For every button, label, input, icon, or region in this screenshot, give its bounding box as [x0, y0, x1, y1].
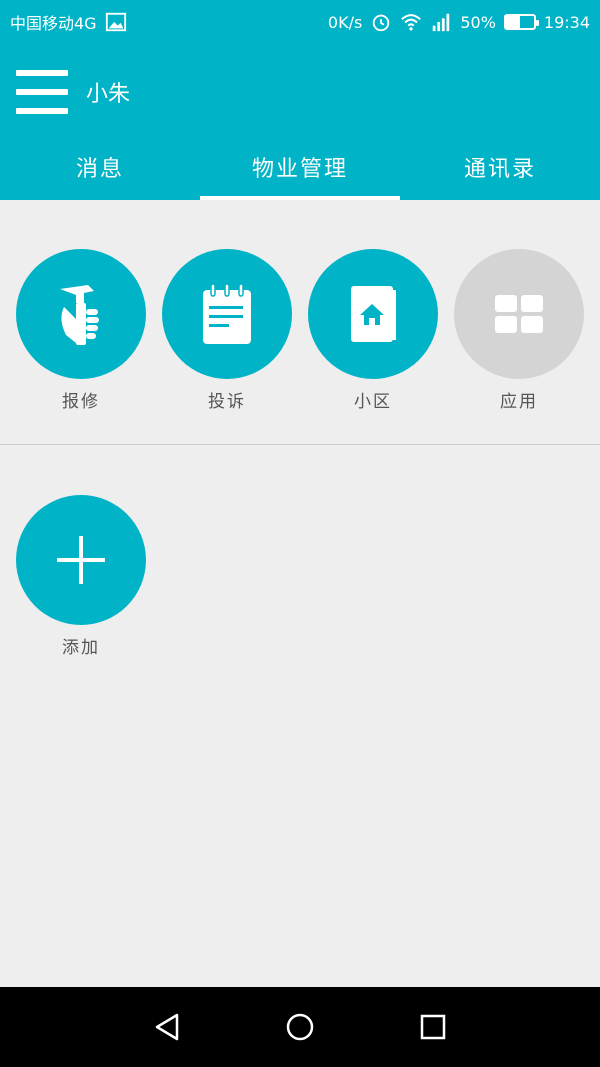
battery-icon	[503, 14, 539, 30]
notepad-icon	[203, 283, 251, 344]
tile-community-circle[interactable]	[308, 249, 438, 379]
alarm-icon	[370, 11, 392, 33]
apps-grid-icon	[495, 295, 543, 333]
tile-repair-circle[interactable]	[16, 249, 146, 379]
tile-apps-label: 应用	[500, 392, 538, 412]
plus-icon	[57, 536, 105, 584]
tab-messages[interactable]: 消息	[0, 134, 200, 200]
repair-hammer-icon	[60, 285, 99, 345]
app-bar: 小朱 消息 物业管理 通讯录	[0, 44, 600, 200]
recents-icon[interactable]	[415, 1009, 451, 1045]
tile-add[interactable]: 添加	[16, 495, 146, 658]
wifi-icon	[400, 11, 422, 33]
hamburger-menu-icon[interactable]	[16, 70, 68, 114]
clock-text: 19:34	[543, 12, 590, 32]
services-grid: 报修 投诉 小区 应用	[0, 200, 600, 444]
tile-add-label: 添加	[62, 638, 100, 658]
tile-repair[interactable]: 报修	[16, 249, 146, 412]
tab-bar: 消息 物业管理 通讯录	[0, 134, 600, 200]
tile-complaint-label: 投诉	[208, 392, 246, 412]
signal-icon	[430, 11, 452, 33]
carrier-text: 中国移动4G	[10, 14, 97, 33]
status-bar: 中国移动4G 0K/s 50% 19:34	[0, 0, 600, 44]
image-notification-icon	[105, 11, 127, 33]
tile-community-label: 小区	[354, 392, 392, 412]
back-icon[interactable]	[149, 1009, 185, 1045]
battery-percent-text: 50%	[460, 12, 496, 32]
tab-property-management[interactable]: 物业管理	[200, 134, 400, 200]
tile-repair-label: 报修	[62, 392, 100, 412]
tile-apps-circle[interactable]	[454, 249, 584, 379]
tile-complaint-circle[interactable]	[162, 249, 292, 379]
tab-contacts[interactable]: 通讯录	[400, 134, 600, 200]
community-book-icon	[351, 286, 396, 342]
tile-complaint[interactable]: 投诉	[162, 249, 292, 412]
home-icon[interactable]	[282, 1009, 318, 1045]
tile-apps[interactable]: 应用	[454, 249, 584, 412]
system-nav-bar	[0, 987, 600, 1067]
custom-grid: 添加	[0, 445, 600, 987]
tile-community[interactable]: 小区	[308, 249, 438, 412]
network-speed-text: 0K/s	[327, 12, 363, 32]
page-title: 小朱	[86, 82, 131, 107]
tile-add-circle[interactable]	[16, 495, 146, 625]
